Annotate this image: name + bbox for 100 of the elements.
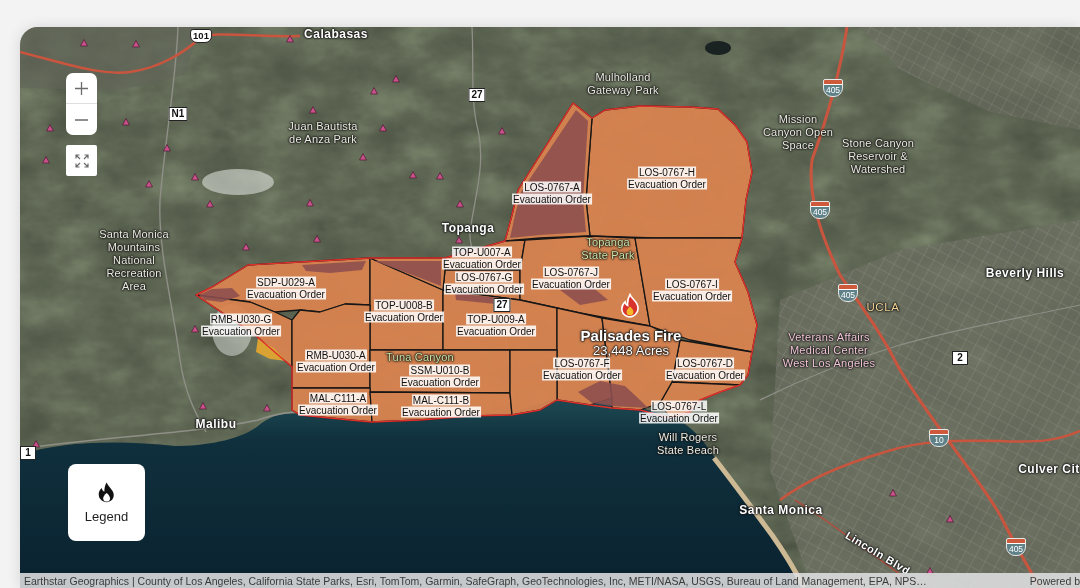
zone-status-label: Evacuation Order <box>456 325 536 337</box>
lake <box>705 41 731 55</box>
place-label: Stone Canyon Reservoir & Watershed <box>840 136 916 176</box>
place-label: Topanga <box>441 221 495 235</box>
marker-icon <box>392 75 400 83</box>
marker-icon <box>946 515 954 523</box>
zoom-out-button[interactable] <box>66 104 97 135</box>
cloud-patch <box>202 169 274 195</box>
marker-icon <box>80 39 88 47</box>
route-sign: 101 <box>190 29 212 43</box>
minus-icon <box>75 118 88 121</box>
place-label: Santa Monica Mountains National Recreation Area <box>98 227 170 293</box>
zone-status-label: Evacuation Order <box>246 288 326 300</box>
advisory-area <box>256 338 286 361</box>
marker-icon <box>242 243 250 251</box>
marker-icon <box>370 87 378 95</box>
marker-icon <box>379 124 387 132</box>
place-label: Juan Bautista de Anza Park <box>287 120 359 146</box>
zone-status-label: Evacuation Order <box>442 258 522 270</box>
marker-icon <box>163 144 171 152</box>
marker-icon <box>32 440 40 448</box>
route-sign: 405 <box>838 284 858 302</box>
zone-status-label: Evacuation Order <box>298 404 378 416</box>
marker-icon <box>191 325 199 333</box>
marker-icon <box>306 199 314 207</box>
flame-icon <box>618 293 642 321</box>
zone-id-label: TOP-U008-B <box>374 299 434 311</box>
zone-id-label: TOP-U009-A <box>466 313 526 325</box>
marker-icon <box>42 156 50 164</box>
route-sign: 10 <box>929 429 949 447</box>
marker-icon <box>46 124 54 132</box>
zone-id-label: TOP-U007-A <box>452 246 512 258</box>
marker-icon <box>132 40 140 48</box>
powered-by-link[interactable]: Powered b <box>1029 574 1080 587</box>
zone-id-label: LOS-0767-G <box>454 271 514 283</box>
marker-icon <box>122 118 130 126</box>
zone-id-label: RMB-U030-G <box>209 313 273 325</box>
place-label: Veterans Affairs Medical Center West Los Angeles <box>781 330 877 370</box>
zone-id-label: LOS-0767-I <box>665 278 719 290</box>
expand-icon <box>74 153 89 168</box>
marker-icon <box>199 402 207 410</box>
route-sign: N1 <box>168 107 188 121</box>
zone-status-label: Evacuation Order <box>652 290 732 302</box>
zone-status-label: Evacuation Order <box>400 376 480 388</box>
marker-icon <box>359 153 367 161</box>
burned-area <box>578 381 648 408</box>
marker-icon <box>498 127 506 135</box>
legend-button[interactable]: Legend <box>68 464 145 541</box>
place-label: Malibu <box>195 417 237 431</box>
zone-status-label: Evacuation Order <box>444 283 524 295</box>
marker-icon <box>145 180 153 188</box>
route-sign: 1 <box>20 446 36 460</box>
marker-icon <box>313 235 321 243</box>
burned-area <box>302 261 366 273</box>
place-label: UCLA <box>866 301 900 313</box>
zone-status-label: Evacuation Order <box>627 178 707 190</box>
place-label: Tuna Canyon <box>386 350 454 364</box>
zone-id-label: RMB-U030-A <box>305 349 367 361</box>
zoom-in-button[interactable] <box>66 73 97 104</box>
zone-id-label: MAL-C111-B <box>411 394 471 406</box>
marker-icon <box>206 200 214 208</box>
plus-icon <box>75 81 88 95</box>
zone-id-label: SDP-U029-A <box>256 276 316 288</box>
zone-status-label: Evacuation Order <box>639 412 719 424</box>
zone-id-label: LOS-0767-F <box>553 357 611 369</box>
marker-icon <box>263 404 271 412</box>
marker-icon <box>455 236 463 244</box>
zone-status-label: Evacuation Order <box>364 311 444 323</box>
fullscreen-button[interactable] <box>66 145 97 176</box>
attribution-text: Earthstar Geographics | County of Los Angeles, California State Parks, Esri, TomTom, Garmin, SafeGraph, GeoTechnologies, Inc, METI/NASA, USGS, Bureau of Land Management, EPA, NPS… <box>24 574 927 587</box>
marker-icon <box>436 172 444 180</box>
route-sign: 405 <box>810 201 830 219</box>
marker-icon <box>409 171 417 179</box>
marker-icon <box>889 489 897 497</box>
zone-id-label: LOS-0767-L <box>650 400 708 412</box>
zone-id-label: LOS-0767-H <box>637 166 697 178</box>
place-label: Mulholland Gateway Park <box>586 71 660 97</box>
marker-icon <box>286 35 294 43</box>
zone-status-label: Evacuation Order <box>401 406 481 418</box>
marker-icon <box>191 173 199 181</box>
route-sign: 405 <box>823 79 843 97</box>
zone-id-label: LOS-0767-J <box>543 266 599 278</box>
zone-id-label: LOS-0767-D <box>675 357 735 369</box>
place-label: Will Rogers State Beach <box>655 431 721 457</box>
route-sign: 27 <box>493 298 511 312</box>
place-label: Beverly Hills <box>985 266 1065 280</box>
route-sign: 405 <box>1006 538 1026 556</box>
place-label: Calabasas <box>304 27 368 41</box>
zone-id-label: LOS-0767-A <box>523 181 581 193</box>
place-label: Culver Cit <box>1018 462 1080 476</box>
flame-icon <box>98 481 115 504</box>
zone-status-label: Evacuation Order <box>201 325 281 337</box>
zone-status-label: Evacuation Order <box>531 278 611 290</box>
route-sign: 2 <box>952 351 968 365</box>
marker-icon <box>309 106 317 114</box>
zone-id-label: SSM-U010-B <box>409 364 471 376</box>
zone-status-label: Evacuation Order <box>512 193 592 205</box>
place-label: Topanga State Park <box>580 236 636 262</box>
zone-status-label: Evacuation Order <box>542 369 622 381</box>
route-sign: 27 <box>468 88 486 102</box>
